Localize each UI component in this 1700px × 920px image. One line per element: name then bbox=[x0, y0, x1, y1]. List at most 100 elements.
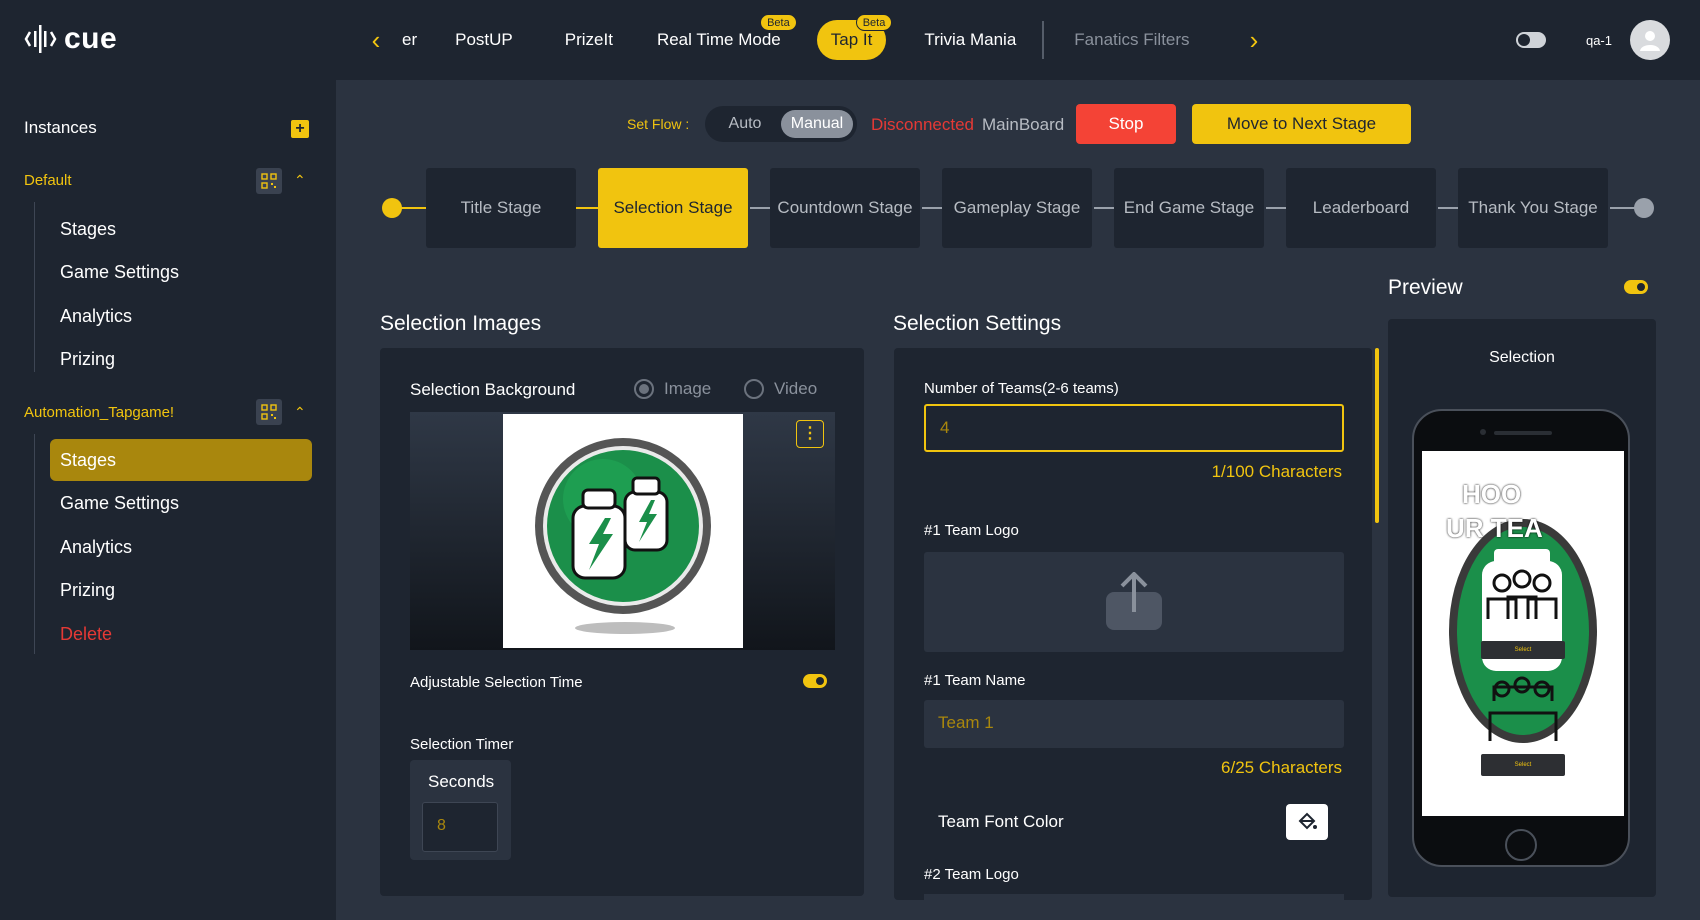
team1-name-input[interactable]: Team 1 bbox=[924, 700, 1344, 748]
stage-thank-you[interactable]: Thank You Stage bbox=[1458, 168, 1608, 248]
preview-screen-title: Selection bbox=[1489, 349, 1555, 366]
number-of-teams-label: Number of Teams(2-6 teams) bbox=[924, 380, 1119, 397]
flow-mode-switch[interactable]: Auto Manual bbox=[705, 106, 857, 142]
selection-background-image bbox=[410, 412, 835, 650]
tab-postup[interactable]: PostUP bbox=[429, 20, 539, 60]
stage-countdown[interactable]: Countdown Stage bbox=[770, 168, 920, 248]
paint-bucket-icon[interactable] bbox=[1286, 804, 1328, 840]
stepper-connector bbox=[922, 207, 944, 209]
team2-logo-upload[interactable] bbox=[924, 894, 1344, 900]
tabs-next-arrow-icon[interactable]: › bbox=[1242, 26, 1266, 54]
phone-speaker bbox=[1494, 431, 1552, 435]
media-option-image[interactable]: Image bbox=[634, 379, 711, 399]
top-bar: cue ‹ er PostUP PrizeIt Real Time Mode B… bbox=[0, 0, 1700, 80]
settings-scrollbar-thumb[interactable] bbox=[1375, 348, 1379, 523]
instances-title: Instances bbox=[24, 118, 97, 137]
preview-title: Preview bbox=[1388, 276, 1463, 299]
number-of-teams-input[interactable]: 4 bbox=[924, 404, 1344, 452]
more-options-icon[interactable]: ⋮ bbox=[796, 420, 824, 448]
set-flow-label: Set Flow : bbox=[627, 116, 690, 132]
team1-name-char-count: 6/25 Characters bbox=[1221, 758, 1342, 777]
stepper-end-dot bbox=[1634, 198, 1654, 218]
tabs-prev-arrow-icon[interactable]: ‹ bbox=[364, 26, 388, 54]
tab-real-time-mode[interactable]: Real Time Mode Beta bbox=[639, 14, 799, 60]
teams-char-count: 1/100 Characters bbox=[1211, 462, 1342, 481]
chevron-up-icon[interactable]: ⌃ bbox=[294, 172, 306, 189]
preview-select-button: Select bbox=[1481, 754, 1565, 776]
theme-toggle[interactable] bbox=[1515, 32, 1546, 48]
user-name: qa-1 bbox=[1585, 32, 1612, 48]
phone-home-button bbox=[1505, 829, 1537, 861]
sidebar-item-game-settings[interactable]: Game Settings bbox=[50, 482, 312, 524]
sidebar-item-delete[interactable]: Delete bbox=[50, 613, 312, 655]
seconds-input[interactable]: 8 bbox=[422, 802, 498, 852]
board-name: MainBoard bbox=[982, 115, 1065, 134]
tab-fanatics-filters[interactable]: Fanatics Filters bbox=[1048, 20, 1215, 60]
tab-trivia-mania[interactable]: Trivia Mania bbox=[904, 20, 1038, 60]
tree-line bbox=[34, 434, 35, 654]
user-icon bbox=[1640, 31, 1660, 51]
selection-settings-title: Selection Settings bbox=[893, 312, 1062, 335]
tab-tap-it[interactable]: Tap It Beta bbox=[816, 14, 893, 60]
tab-er[interactable]: er bbox=[390, 20, 429, 60]
tab-prizeit[interactable]: PrizeIt bbox=[539, 20, 639, 60]
tree-line bbox=[34, 202, 35, 372]
flow-option-auto[interactable]: Auto bbox=[709, 110, 781, 138]
team-font-color-label: Team Font Color bbox=[938, 812, 1064, 831]
team1-logo-upload[interactable] bbox=[924, 552, 1344, 652]
stepper-connector bbox=[1266, 207, 1288, 209]
stage-selection[interactable]: Selection Stage bbox=[598, 168, 748, 248]
stop-button[interactable]: Stop bbox=[1076, 104, 1176, 144]
sidebar-item-stages[interactable]: Stages bbox=[50, 439, 312, 481]
selection-settings-panel: Number of Teams(2-6 teams) 4 1/100 Chara… bbox=[894, 348, 1372, 900]
cue-logo[interactable]: cue bbox=[24, 22, 117, 56]
adjustable-selection-time-label: Adjustable Selection Time bbox=[410, 674, 583, 691]
stepper-connector bbox=[1094, 207, 1116, 209]
sidebar: Instances + Default ⌃ Stages Game Settin… bbox=[0, 80, 336, 920]
stepper-connector bbox=[1438, 207, 1460, 209]
qr-code-icon[interactable] bbox=[256, 168, 282, 194]
phone-screen: HOO UR TEA Select Select bbox=[1422, 451, 1624, 816]
selection-timer-label: Selection Timer bbox=[410, 736, 514, 753]
sound-wave-icon bbox=[24, 25, 57, 53]
radio-icon bbox=[744, 379, 764, 399]
preview-toggle[interactable] bbox=[1624, 280, 1648, 294]
add-instance-plus-icon[interactable]: + bbox=[291, 120, 309, 138]
stage-title[interactable]: Title Stage bbox=[426, 168, 576, 248]
seconds-label: Seconds bbox=[428, 772, 495, 791]
preview-overlay-text: HOO bbox=[1462, 479, 1522, 509]
sidebar-item-stages[interactable]: Stages bbox=[50, 208, 312, 250]
sidebar-item-analytics[interactable]: Analytics bbox=[50, 295, 312, 337]
beta-badge: Beta bbox=[855, 14, 893, 31]
stepper-connector bbox=[576, 207, 600, 209]
user-area: qa-1 bbox=[1515, 20, 1670, 60]
preview-overlay-text: UR TEA bbox=[1446, 513, 1543, 543]
phone-camera bbox=[1480, 429, 1486, 435]
sidebar-item-game-settings[interactable]: Game Settings bbox=[50, 251, 312, 293]
avatar[interactable] bbox=[1630, 20, 1670, 60]
adjustable-time-toggle[interactable] bbox=[803, 674, 827, 688]
chevron-up-icon[interactable]: ⌃ bbox=[294, 404, 306, 421]
team2-logo-label: #2 Team Logo bbox=[924, 866, 1019, 883]
instance-default[interactable]: Default bbox=[24, 172, 72, 189]
game-tabs: er PostUP PrizeIt Real Time Mode Beta Ta… bbox=[390, 0, 1216, 80]
preview-panel: Selection HOO UR TEA Select Select bbox=[1388, 319, 1656, 897]
energy-drink-logo-icon bbox=[535, 438, 711, 634]
move-to-next-stage-button[interactable]: Move to Next Stage bbox=[1192, 104, 1411, 144]
stage-leaderboard[interactable]: Leaderboard bbox=[1286, 168, 1436, 248]
stage-end-game[interactable]: End Game Stage bbox=[1114, 168, 1264, 248]
media-option-video[interactable]: Video bbox=[744, 379, 817, 399]
qr-code-icon[interactable] bbox=[256, 399, 282, 425]
image-canvas bbox=[503, 414, 743, 648]
flow-option-manual[interactable]: Manual bbox=[781, 110, 853, 138]
sidebar-item-prizing[interactable]: Prizing bbox=[50, 569, 312, 611]
connection-status: Disconnected bbox=[871, 115, 975, 134]
stepper-connector bbox=[750, 207, 772, 209]
sidebar-item-prizing[interactable]: Prizing bbox=[50, 338, 312, 380]
selection-images-title: Selection Images bbox=[380, 312, 542, 335]
sidebar-item-analytics[interactable]: Analytics bbox=[50, 526, 312, 568]
instance-automation-tapgame[interactable]: Automation_Tapgame! bbox=[24, 404, 174, 421]
stage-gameplay[interactable]: Gameplay Stage bbox=[942, 168, 1092, 248]
phone-frame: HOO UR TEA Select Select bbox=[1412, 409, 1630, 867]
stepper-start-dot bbox=[382, 198, 402, 218]
